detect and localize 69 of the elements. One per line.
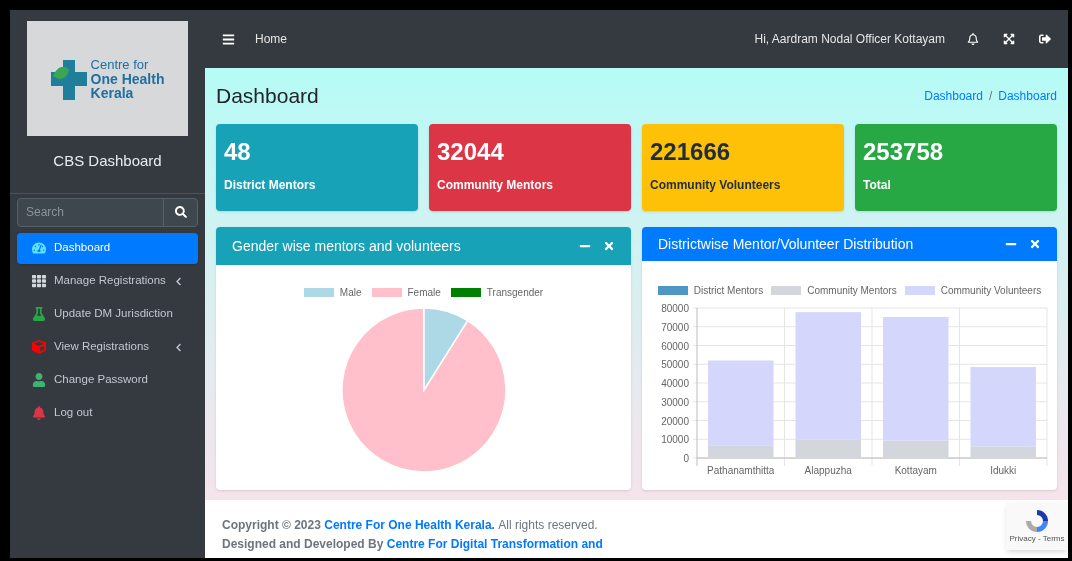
nav-item[interactable]: Log out xyxy=(17,397,198,429)
legend-label: Transgender xyxy=(486,286,544,300)
x-axis-label: Kottayam xyxy=(894,465,937,476)
stat-label: Total xyxy=(863,177,892,194)
logo-text: One Health xyxy=(90,71,165,86)
cube-icon xyxy=(32,340,46,354)
recaptcha-badge[interactable]: Privacy - Terms xyxy=(1006,502,1068,550)
search-input[interactable]: Search xyxy=(18,198,163,226)
x-axis-label: Idukki xyxy=(989,465,1016,476)
breadcrumb-link[interactable]: Dashboard xyxy=(998,87,1057,105)
fullscreen-icon[interactable] xyxy=(1003,33,1015,45)
breadcrumb-separator: / xyxy=(988,88,993,105)
logo-text: Kerala xyxy=(90,85,135,100)
search-field[interactable]: Search xyxy=(17,197,198,227)
breadcrumb-link[interactable]: Dashboard xyxy=(924,87,983,105)
developer-link[interactable]: Centre For Digital Transformation and xyxy=(386,537,603,551)
recaptcha-icon xyxy=(1024,508,1050,534)
y-tick-label: 60000 xyxy=(660,340,689,352)
nav-item[interactable]: Update DM Jurisdiction xyxy=(17,298,198,330)
legend-label: Female xyxy=(407,286,441,300)
nav-item[interactable]: Manage Registrations xyxy=(17,265,198,297)
legend-label: Community Volunteers xyxy=(940,284,1042,298)
x-axis-label: Alappuzha xyxy=(804,465,852,476)
stat-label: Community Volunteers xyxy=(650,177,782,194)
stat-value: 253758 xyxy=(863,137,945,167)
legend-label: District Mentors xyxy=(693,284,764,298)
close-icon[interactable] xyxy=(1029,238,1041,250)
nav-item[interactable]: Dashboard xyxy=(17,232,198,264)
stat-label: Community Mentors xyxy=(437,177,554,194)
y-tick-label: 0 xyxy=(682,453,689,464)
stat-value: 48 xyxy=(224,137,252,167)
nav-item[interactable]: View Registrations xyxy=(17,331,198,363)
legend-swatch xyxy=(904,286,935,295)
flask-icon xyxy=(32,307,46,321)
y-tick-label: 50000 xyxy=(660,359,689,371)
notification-icon[interactable] xyxy=(967,33,979,45)
panel-title: Gender wise mentors and volunteers xyxy=(232,236,461,256)
nav-item[interactable]: Change Password xyxy=(17,364,198,396)
user-greeting: Hi, Aardram Nodal Officer Kottayam xyxy=(754,31,945,48)
sign-out-icon[interactable] xyxy=(1039,33,1051,45)
legend-swatch xyxy=(657,286,688,295)
stat-value: 221666 xyxy=(650,137,732,167)
sidebar-title: CBS Dashboard xyxy=(52,151,163,171)
stat-label: District Mentors xyxy=(224,177,317,194)
y-tick-label: 40000 xyxy=(660,378,689,389)
bell-icon xyxy=(32,406,46,420)
user-icon xyxy=(32,373,46,387)
y-tick-label: 80000 xyxy=(660,303,689,314)
search-icon xyxy=(174,206,187,218)
legend-label: Male xyxy=(339,286,362,300)
legend-label: Community Mentors xyxy=(807,284,897,298)
organization-link[interactable]: Centre For One Health Kerala. xyxy=(324,518,495,532)
x-axis-label: Pathanamthitta xyxy=(706,465,774,476)
grid-icon xyxy=(32,274,46,288)
page-title: Dashboard xyxy=(216,83,319,110)
home-link[interactable]: Home xyxy=(255,30,287,48)
stat-value: 32044 xyxy=(437,137,505,167)
menu-icon[interactable] xyxy=(222,32,235,46)
y-tick-label: 70000 xyxy=(660,321,689,333)
gauge-icon xyxy=(32,241,46,255)
legend-swatch xyxy=(771,286,802,295)
panel-title: Districtwise Mentor/Volunteer Distribution xyxy=(658,234,914,254)
close-icon[interactable] xyxy=(603,240,615,252)
y-tick-label: 30000 xyxy=(660,396,689,408)
y-tick-label: 10000 xyxy=(660,434,689,446)
cross-leaf-icon xyxy=(50,57,87,100)
y-tick-label: 20000 xyxy=(660,415,689,427)
logo-text: Centre for xyxy=(90,57,150,72)
recaptcha-text: Privacy - Terms xyxy=(1009,534,1065,544)
